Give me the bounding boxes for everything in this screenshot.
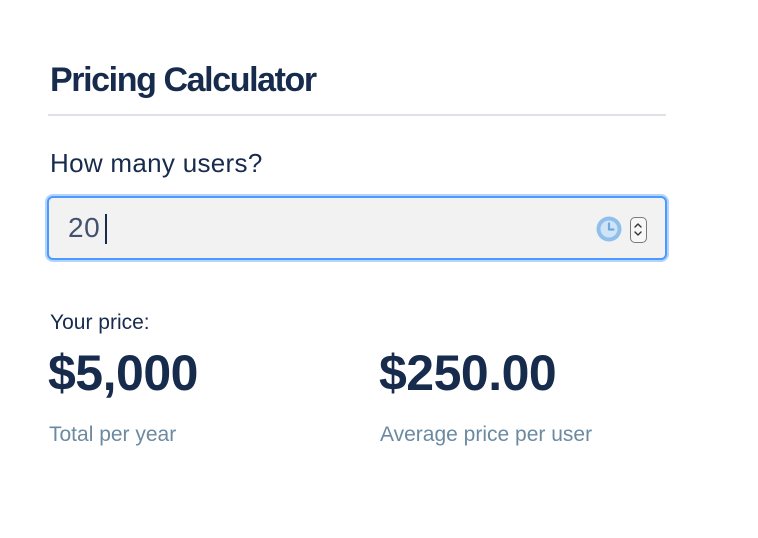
users-input[interactable] [49,198,589,258]
page-title: Pricing Calculator [50,61,317,99]
clock-icon[interactable] [595,215,623,243]
pricing-calculator: Pricing Calculator How many users? Your … [0,0,758,538]
average-price-caption: Average price per user [380,423,593,446]
total-price-caption: Total per year [49,423,177,446]
spinner-down-icon[interactable] [633,230,643,238]
average-price-amount: $250.00 [379,345,557,401]
title-divider [48,114,666,116]
number-spinner[interactable] [630,217,647,243]
spinner-up-icon[interactable] [633,221,643,229]
users-question-label: How many users? [50,148,263,178]
users-input-container[interactable] [47,196,667,260]
text-caret [105,214,107,244]
price-label: Your price: [50,311,150,334]
total-price-amount: $5,000 [48,345,198,401]
